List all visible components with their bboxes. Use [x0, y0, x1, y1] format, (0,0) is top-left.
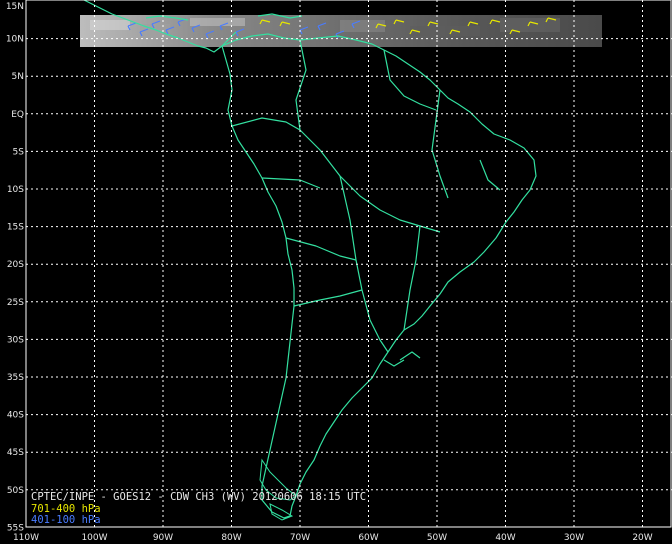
- latitude-label: 35S: [7, 373, 24, 383]
- longitude-label: 40W: [495, 533, 515, 543]
- latitude-label: 25S: [7, 298, 24, 308]
- longitude-label: 50W: [427, 533, 447, 543]
- latitude-label: 10N: [6, 35, 24, 45]
- caption-title: CPTEC/INPE - GOES12 - CDW CH3 (WV) 20120…: [31, 491, 367, 503]
- lat-lon-grid: [26, 0, 672, 527]
- coastline: [83, 0, 537, 519]
- longitude-label: 70W: [290, 533, 310, 543]
- latitude-label: 5S: [13, 147, 25, 157]
- longitude-label: 110W: [13, 533, 39, 543]
- map-canvas: 15N 10N 5N EQ 5S 10S 15S 20S 25S 30S 35S 40S 45S 50S 5…: [6, 0, 672, 543]
- longitude-label: 20W: [632, 533, 652, 543]
- latitude-label: 15S: [7, 223, 24, 233]
- latitude-label: 30S: [7, 335, 24, 345]
- latitude-label: 50S: [7, 486, 24, 496]
- longitude-label: 90W: [153, 533, 173, 543]
- latitude-labels: 15N 10N 5N EQ 5S 10S 15S 20S 25S 30S 35S 40S 45S 50S 5…: [6, 2, 24, 533]
- latitude-label: 55S: [7, 523, 24, 533]
- longitude-labels: 110W 100W 90W 80W 70W 60W 50W 40W 30W 20W: [13, 533, 653, 543]
- latitude-label: EQ: [11, 110, 24, 120]
- map-frame: [25, 0, 672, 528]
- latitude-label: 10S: [7, 185, 24, 195]
- longitude-label: 80W: [221, 533, 241, 543]
- latitude-label: 20S: [7, 260, 24, 270]
- latitude-label: 15N: [6, 2, 24, 12]
- latitude-label: 5N: [12, 72, 24, 82]
- longitude-label: 30W: [564, 533, 584, 543]
- legend-401-100: 401-100 hPa: [31, 514, 101, 526]
- latitude-label: 45S: [7, 448, 24, 458]
- longitude-label: 100W: [81, 533, 107, 543]
- latitude-label: 40S: [7, 411, 24, 421]
- longitude-label: 60W: [358, 533, 378, 543]
